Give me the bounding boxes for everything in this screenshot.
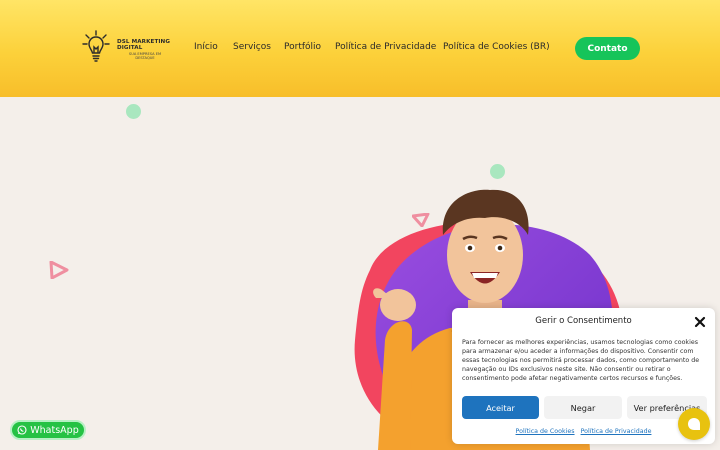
whatsapp-label: WhatsApp [30,424,79,436]
decor-dot [126,104,141,119]
accept-button[interactable]: Aceitar [462,396,539,419]
cookie-consent-dialog: Gerir o Consentimento Para fornecer as m… [452,308,715,444]
deny-button[interactable]: Negar [544,396,622,419]
logo-tagline: SUA EMPRESA EM DESTAQUE [128,52,162,60]
whatsapp-button[interactable]: WhatsApp [10,420,86,440]
nav-item-privacy-policy[interactable]: Política de Privacidade [335,42,436,52]
whatsapp-icon [17,425,27,435]
consent-title: Gerir o Consentimento [535,316,632,326]
chat-icon [688,418,700,430]
contact-button[interactable]: Contato [575,37,640,60]
privacy-policy-link[interactable]: Política de Privacidade [581,428,652,435]
nav-item-portfolio[interactable]: Portfólio [284,42,321,52]
consent-message: Para fornecer as melhores experiências, … [462,339,700,383]
logo-text: DSL MARKETING DIGITAL [117,39,171,51]
close-icon[interactable] [694,316,706,328]
cookie-policy-link[interactable]: Política de Cookies [516,428,575,435]
chat-button[interactable] [678,408,710,440]
decor-dot [490,164,505,179]
nav-item-cookie-policy[interactable]: Política de Cookies (BR) [443,42,550,52]
decor-triangle-icon [49,261,69,279]
nav-item-inicio[interactable]: Início [194,42,218,52]
site-logo[interactable]: DSL MARKETING DIGITAL SUA EMPRESA EM DES… [82,30,172,64]
lightbulb-logo-icon [82,30,110,62]
consent-links: Política de Cookies Política de Privacid… [452,428,715,435]
nav-item-servicos[interactable]: Serviços [233,42,271,52]
site-header: DSL MARKETING DIGITAL SUA EMPRESA EM DES… [0,0,720,97]
